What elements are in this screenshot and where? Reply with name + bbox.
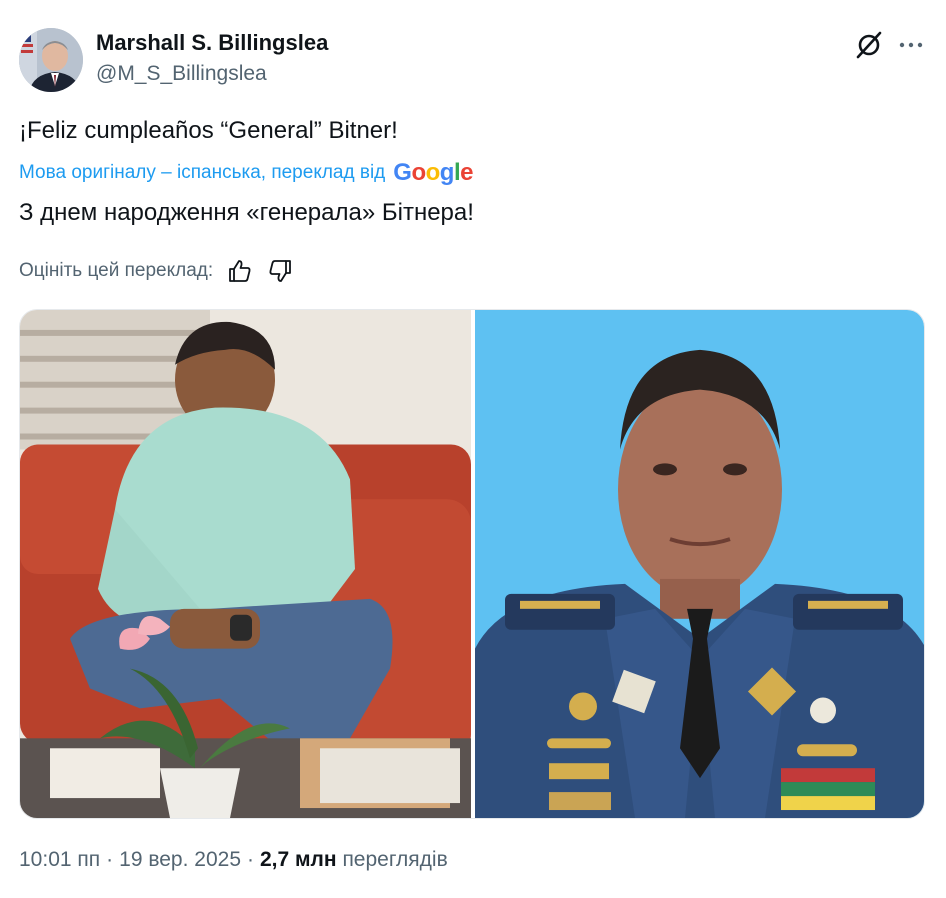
rate-translation-row: Оцініть цей переклад: bbox=[19, 258, 293, 284]
separator: · bbox=[106, 848, 114, 871]
translated-text: З днем народження «генерала» Бітнера! bbox=[19, 199, 474, 226]
avatar-image bbox=[19, 28, 83, 92]
media-grid bbox=[19, 309, 925, 819]
tweet-time[interactable]: 10:01 пп bbox=[19, 848, 100, 871]
author-name[interactable]: Marshall S. Billingslea bbox=[96, 30, 328, 56]
more-dots-icon[interactable] bbox=[898, 33, 924, 57]
photo-officer-portrait[interactable] bbox=[475, 310, 924, 818]
author-handle[interactable]: @M_S_Billingslea bbox=[96, 62, 267, 86]
views-count: 2,7 млн bbox=[260, 848, 337, 871]
separator: · bbox=[247, 848, 254, 871]
translation-note[interactable]: Мова оригіналу – іспанська, переклад від bbox=[19, 162, 385, 184]
views-label: переглядів bbox=[342, 848, 448, 871]
rate-translation-label: Оцініть цей переклад: bbox=[19, 260, 214, 281]
tweet-text: ¡Feliz cumpleaños “General” Bitner! bbox=[19, 117, 398, 144]
tweet-date[interactable]: 19 вер. 2025 bbox=[119, 848, 241, 871]
tweet-meta: 10:01 пп · 19 вер. 2025 · 2,7 млн переглядів bbox=[19, 848, 448, 872]
avatar[interactable] bbox=[19, 28, 83, 92]
grok-icon[interactable] bbox=[854, 30, 884, 60]
thumbs-down-icon[interactable] bbox=[267, 258, 293, 284]
thumbs-up-icon[interactable] bbox=[227, 258, 253, 284]
google-logo: Google bbox=[393, 159, 473, 186]
photo-man-seated[interactable] bbox=[20, 310, 471, 818]
translation-line: Мова оригіналу – іспанська, переклад від… bbox=[19, 160, 473, 186]
